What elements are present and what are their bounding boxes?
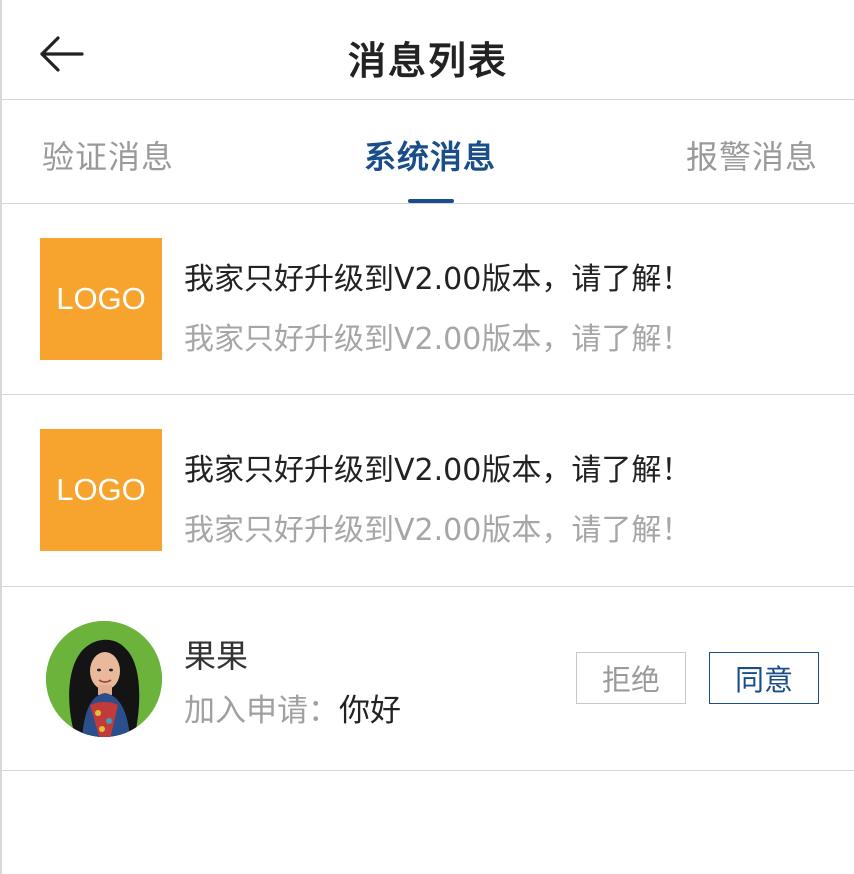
friend-request-item: 果果 加入申请：你好 拒绝 同意 bbox=[2, 587, 854, 771]
message-title: 我家只好升级到V2.00版本，请了解！ bbox=[184, 262, 692, 297]
requester-name: 果果 bbox=[184, 637, 249, 675]
tab-verification[interactable]: 验证消息 bbox=[42, 132, 174, 178]
tab-bar: 验证消息 系统消息 报警消息 bbox=[2, 100, 854, 204]
list-item[interactable]: LOGO 我家只好升级到V2.00版本，请了解！ 我家只好升级到V2.00版本，… bbox=[2, 204, 854, 395]
app-header: 消息列表 bbox=[2, 0, 854, 100]
tab-alarm[interactable]: 报警消息 bbox=[686, 132, 818, 178]
logo-image: LOGO bbox=[40, 238, 162, 360]
request-label: 加入申请： bbox=[184, 693, 339, 729]
tab-system[interactable]: 系统消息 bbox=[364, 132, 496, 178]
request-text: 加入申请：你好 bbox=[184, 685, 401, 730]
list-item[interactable]: LOGO 我家只好升级到V2.00版本，请了解！ 我家只好升级到V2.00版本，… bbox=[2, 395, 854, 587]
accept-button[interactable]: 同意 bbox=[709, 652, 819, 704]
message-subtitle: 我家只好升级到V2.00版本，请了解！ bbox=[184, 322, 692, 357]
message-title: 我家只好升级到V2.00版本，请了解！ bbox=[184, 453, 692, 488]
logo-image: LOGO bbox=[40, 429, 162, 551]
avatar bbox=[46, 621, 162, 737]
request-message: 你好 bbox=[339, 693, 401, 729]
message-subtitle: 我家只好升级到V2.00版本，请了解！ bbox=[184, 513, 692, 548]
reject-button[interactable]: 拒绝 bbox=[576, 652, 686, 704]
active-tab-indicator bbox=[408, 199, 454, 203]
page-title: 消息列表 bbox=[347, 39, 508, 83]
